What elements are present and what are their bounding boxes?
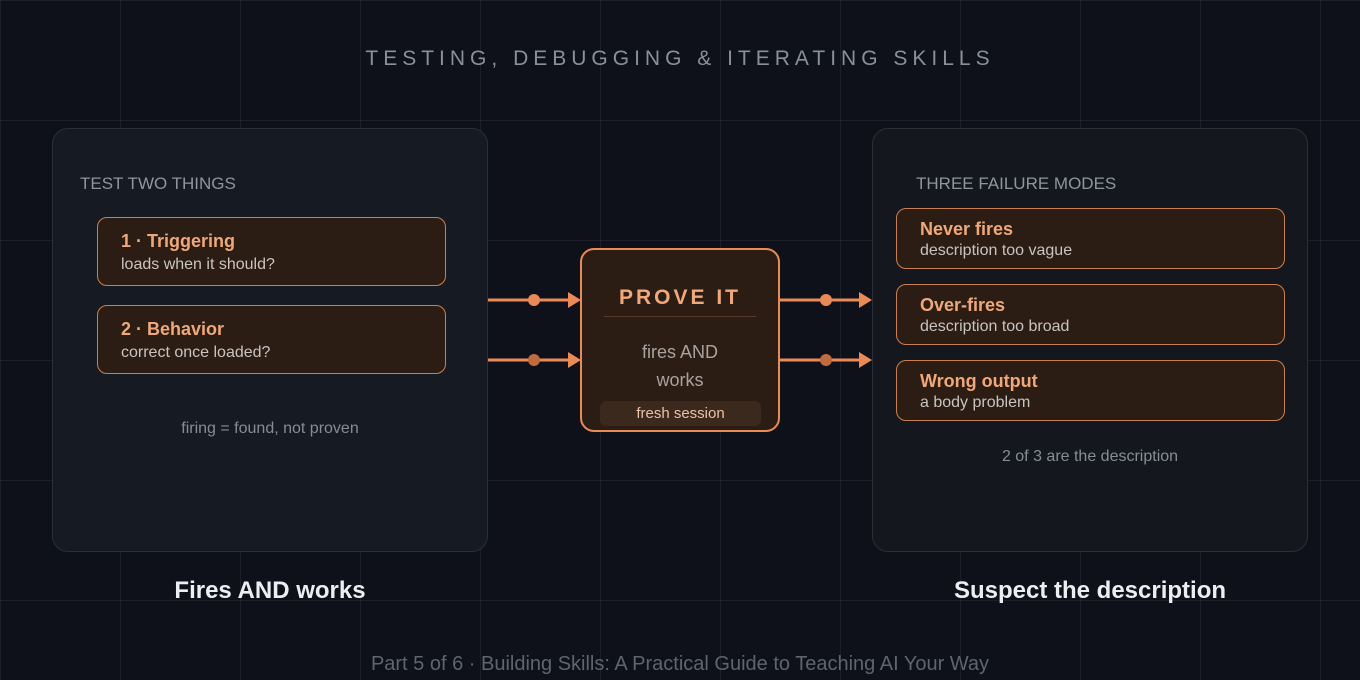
- footer-series-label: Part 5 of 6 · Building Skills: A Practic…: [370, 653, 990, 675]
- right-caption: Suspect the description: [953, 577, 1227, 604]
- left-arrow-top: [488, 292, 581, 308]
- left-caption: Fires AND works: [174, 577, 366, 604]
- right-arrow-bottom: [780, 352, 872, 368]
- left-arrow-bottom: [488, 352, 581, 368]
- right-arrow-top: [780, 292, 872, 308]
